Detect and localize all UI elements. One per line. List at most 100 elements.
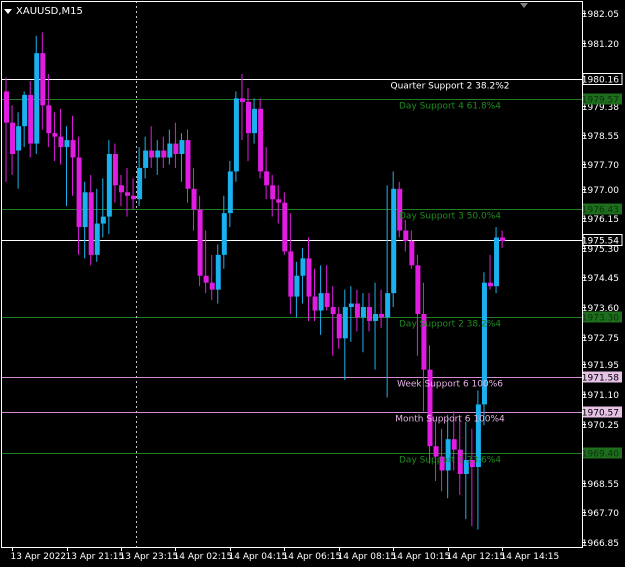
candle-body bbox=[415, 265, 421, 314]
candle-body bbox=[233, 98, 239, 172]
candle-body bbox=[294, 275, 300, 297]
candle-body bbox=[76, 157, 82, 228]
level-label: Day Support 3 50.0%4 bbox=[399, 212, 501, 222]
shift-marker-icon[interactable] bbox=[520, 3, 528, 8]
candle-body bbox=[258, 108, 264, 172]
candle-body bbox=[354, 303, 360, 318]
candle-body bbox=[451, 439, 457, 450]
candle-body bbox=[246, 101, 251, 134]
candle-body bbox=[403, 230, 409, 241]
candle-body bbox=[46, 105, 52, 134]
candle-body bbox=[330, 307, 336, 314]
candle-body bbox=[185, 140, 191, 189]
price-tick-label: 1977.70 bbox=[582, 161, 619, 171]
level-label: Week Support 6 100%6 bbox=[397, 380, 503, 390]
chart-background bbox=[0, 0, 625, 567]
candlestick-chart: Quarter Support 2 38.2%2 Day Support 4 61… bbox=[0, 0, 625, 567]
candle-body bbox=[282, 202, 288, 252]
price-tick-label: 1976.15 bbox=[582, 215, 619, 225]
candle-body bbox=[397, 188, 403, 231]
candle-body bbox=[82, 192, 88, 228]
candle-body bbox=[88, 192, 94, 255]
candle-body bbox=[155, 150, 161, 158]
candle-body bbox=[221, 213, 227, 255]
price-tag-label: 1975.54 bbox=[582, 237, 619, 247]
candle-body bbox=[191, 188, 197, 210]
symbol-timeframe-label: XAUUSD,M15 bbox=[16, 5, 83, 17]
candle-body bbox=[52, 133, 58, 137]
level-label: Quarter Support 2 38.2%2 bbox=[391, 82, 510, 92]
candle-body bbox=[215, 254, 221, 290]
candle-body bbox=[367, 307, 372, 321]
level-label: Day Support 4 61.8%4 bbox=[399, 102, 501, 112]
candle-body bbox=[58, 136, 64, 148]
candle-body bbox=[494, 237, 500, 287]
price-tick-label: 1972.75 bbox=[582, 334, 619, 344]
candle-body bbox=[488, 282, 493, 287]
time-tick-label: 13 Apr 21:15 bbox=[66, 552, 125, 562]
symbol-header[interactable]: XAUUSD,M15 bbox=[4, 4, 83, 18]
level-label: Day Support 1 23.6%4 bbox=[399, 456, 501, 466]
candle-body bbox=[203, 275, 209, 283]
candle-body bbox=[16, 126, 22, 151]
candle-body bbox=[22, 94, 28, 127]
candle bbox=[481, 272, 487, 426]
candle-body bbox=[385, 293, 391, 318]
price-tick-label: 1974.45 bbox=[582, 274, 619, 284]
candle-body bbox=[342, 307, 348, 339]
price-tag-label: 1973.30 bbox=[582, 314, 619, 324]
price-tag-label: 1971.58 bbox=[582, 374, 619, 384]
candle-body bbox=[143, 150, 149, 168]
candle-body bbox=[10, 122, 16, 155]
price-tick-label: 1970.25 bbox=[582, 421, 619, 431]
time-tick-label: 14 Apr 06:15 bbox=[283, 552, 342, 562]
time-tick-label: 14 Apr 08:15 bbox=[338, 552, 397, 562]
candle-body bbox=[336, 313, 342, 339]
candle-body bbox=[64, 140, 70, 148]
dropdown-triangle-icon[interactable] bbox=[4, 8, 12, 14]
time-tick-label: 13 Apr 2022 bbox=[11, 552, 67, 562]
candle-body bbox=[270, 185, 276, 200]
candle-body bbox=[167, 143, 173, 158]
time-tick-label: 14 Apr 10:15 bbox=[392, 552, 451, 562]
price-tick-label: 1966.85 bbox=[582, 539, 619, 549]
time-tick-label: 14 Apr 14:15 bbox=[501, 552, 560, 562]
price-tick-label: 1982.05 bbox=[582, 10, 619, 20]
candle bbox=[397, 181, 403, 238]
candle-body bbox=[125, 192, 130, 196]
candle-body bbox=[161, 150, 167, 158]
time-tick-label: 14 Apr 04:15 bbox=[229, 552, 288, 562]
price-tag-label: 1970.57 bbox=[582, 409, 619, 419]
candle-body bbox=[373, 313, 379, 321]
candle-body bbox=[173, 143, 179, 155]
price-tag-label: 1976.43 bbox=[582, 206, 619, 216]
candle-body bbox=[197, 209, 203, 276]
price-tick-label: 1977.00 bbox=[582, 186, 619, 196]
candle bbox=[391, 171, 397, 308]
candle-body bbox=[34, 53, 40, 144]
candle-body bbox=[312, 296, 318, 311]
candle-body bbox=[40, 53, 46, 106]
candle-body bbox=[28, 94, 34, 144]
price-tick-label: 1968.55 bbox=[582, 480, 619, 490]
time-tick-label: 14 Apr 02:15 bbox=[174, 552, 233, 562]
candle-body bbox=[288, 251, 294, 297]
candle-body bbox=[118, 185, 124, 193]
candle-body bbox=[70, 140, 76, 158]
price-tick-label: 1975.30 bbox=[582, 245, 619, 255]
candle-body bbox=[179, 140, 185, 155]
candle-body bbox=[379, 313, 385, 318]
candle-body bbox=[106, 154, 112, 217]
candle-body bbox=[131, 195, 137, 200]
price-tag-label: 1979.57 bbox=[582, 96, 619, 106]
candle-body bbox=[360, 307, 366, 318]
candle-body bbox=[391, 188, 397, 294]
candle-body bbox=[300, 258, 306, 276]
candle-body bbox=[112, 154, 118, 186]
time-tick-label: 14 Apr 12:15 bbox=[447, 552, 506, 562]
price-tick-label: 1967.70 bbox=[582, 509, 619, 519]
candle-body bbox=[227, 171, 233, 214]
price-tick-label: 1971.10 bbox=[582, 391, 619, 401]
price-tag-label: 1980.16 bbox=[582, 76, 619, 86]
candle bbox=[233, 91, 239, 182]
